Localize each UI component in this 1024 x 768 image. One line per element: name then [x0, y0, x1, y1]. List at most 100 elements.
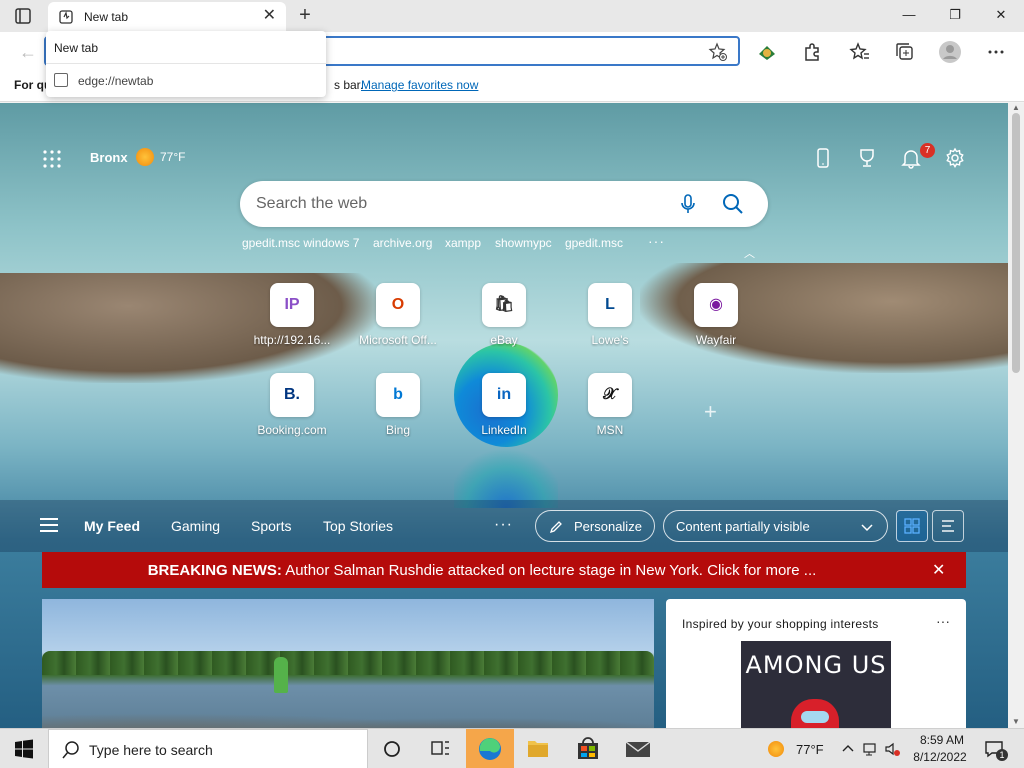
taskbar-search-box[interactable]: Type here to search	[48, 729, 368, 768]
microphone-icon[interactable]	[678, 193, 698, 215]
task-view-button[interactable]	[416, 729, 464, 768]
extensions-puzzle-icon[interactable]	[800, 40, 824, 64]
title-bar: New tab ✕ + — ❐ ✕	[0, 0, 1024, 32]
tile-msn-icon: 𝒳	[588, 373, 632, 417]
window-close-button[interactable]: ✕	[978, 4, 1024, 26]
profile-avatar-icon[interactable]	[938, 40, 962, 64]
collections-icon[interactable]	[893, 40, 917, 64]
notification-bell-icon[interactable]	[900, 147, 922, 169]
feed-tab-top-stories[interactable]: Top Stories	[323, 518, 393, 534]
app-launcher-icon[interactable]	[42, 149, 62, 169]
tile-label: MSN	[596, 423, 624, 437]
top-site-tile[interactable]: B. Booking.com	[252, 373, 332, 453]
tile-label: Microsoft Off...	[359, 333, 437, 347]
quick-link[interactable]: xampp	[445, 236, 481, 250]
dropdown-item-newtab-url[interactable]: edge://newtab	[78, 74, 153, 88]
windows-start-icon[interactable]	[14, 739, 34, 759]
search-icon[interactable]	[722, 193, 744, 215]
new-tab-page: Bronx 77°F 7 Search the web gpedit.msc w…	[0, 103, 1008, 728]
minimize-button[interactable]: —	[886, 4, 932, 26]
page-icon	[54, 73, 68, 87]
tile-lowes-icon: L	[588, 283, 632, 327]
notification-count-badge: 7	[920, 143, 935, 158]
tile-office-icon: O	[376, 283, 420, 327]
shopping-interests-card[interactable]: Inspired by your shopping interests ··· …	[666, 599, 966, 728]
manage-favorites-link[interactable]: Manage favorites now	[361, 78, 478, 92]
taskbar-file-explorer-button[interactable]	[514, 729, 562, 768]
grid-view-button[interactable]	[896, 510, 928, 542]
feed-tab-sports[interactable]: Sports	[251, 518, 291, 534]
quick-links-more-button[interactable]: ···	[648, 233, 665, 249]
hamburger-menu-icon[interactable]	[40, 518, 60, 532]
page-scrollbar[interactable]: ▲ ▼	[1008, 103, 1024, 728]
content-visibility-select[interactable]: Content partially visible	[663, 510, 888, 542]
top-site-tile[interactable]: IP http://192.16...	[252, 283, 332, 363]
top-site-tile[interactable]: 𝒳 MSN	[570, 373, 650, 453]
weather-city[interactable]: Bronx	[90, 150, 128, 165]
shopping-card-more-button[interactable]: ···	[936, 613, 950, 629]
volume-muted-icon[interactable]	[884, 741, 900, 757]
rewards-trophy-icon[interactable]	[856, 147, 878, 169]
quick-link[interactable]: gpedit.msc windows 7	[242, 236, 359, 250]
personalize-button[interactable]: Personalize	[535, 510, 655, 542]
top-site-tile[interactable]: in LinkedIn	[464, 373, 544, 453]
weather-sun-icon[interactable]	[768, 741, 784, 757]
tab-close-button[interactable]: ✕	[263, 8, 276, 24]
top-site-tile[interactable]: 🛍 eBay	[464, 283, 544, 363]
address-autocomplete-dropdown: New tab edge://newtab	[46, 31, 326, 97]
taskbar-clock-time[interactable]: 8:59 AM	[912, 733, 972, 747]
settings-more-icon[interactable]	[984, 40, 1008, 64]
back-button[interactable]: ←	[16, 40, 40, 64]
page-settings-gear-icon[interactable]	[944, 147, 966, 169]
web-search-box[interactable]: Search the web	[240, 181, 768, 227]
breaking-news-label: BREAKING NEWS:	[147, 562, 282, 579]
quick-link[interactable]: showmypc	[495, 236, 552, 250]
list-view-button[interactable]	[932, 510, 964, 542]
top-site-tile[interactable]: L Lowe's	[570, 283, 650, 363]
taskbar-weather-temp[interactable]: 77°F	[796, 742, 824, 757]
feed-navigation: My Feed Gaming Sports Top Stories ··· Pe…	[0, 500, 1008, 552]
product-image[interactable]: AMONG US	[741, 641, 891, 728]
breaking-news-banner[interactable]: BREAKING NEWS: Author Salman Rushdie att…	[42, 552, 966, 588]
tab-title: New tab	[84, 10, 129, 24]
scroll-thumb[interactable]	[1012, 113, 1020, 373]
quick-link[interactable]: gpedit.msc	[565, 236, 623, 250]
cortana-circle-icon	[384, 741, 400, 757]
tab-actions-icon[interactable]	[10, 6, 36, 26]
news-card-lake-photo[interactable]	[42, 599, 654, 728]
dropdown-divider	[46, 63, 326, 64]
weather-temp[interactable]: 77°F	[160, 150, 185, 164]
scroll-up-arrow-icon[interactable]: ▲	[1012, 103, 1020, 112]
network-icon[interactable]	[862, 741, 878, 757]
tile-bing-icon: b	[376, 373, 420, 417]
maximize-button[interactable]: ❐	[932, 4, 978, 26]
scroll-down-arrow-icon[interactable]: ▼	[1012, 717, 1020, 726]
favorites-icon[interactable]	[848, 40, 872, 64]
top-site-tile[interactable]: ◉ Wayfair	[676, 283, 756, 363]
feed-more-button[interactable]: ···	[494, 516, 513, 534]
add-favorite-icon[interactable]	[708, 42, 728, 62]
dropdown-item-new-tab[interactable]: New tab	[54, 41, 98, 55]
taskbar-mail-button[interactable]	[614, 729, 662, 768]
taskbar-clock-date[interactable]: 8/12/2022	[908, 750, 972, 764]
edge-icon	[479, 738, 501, 760]
chevron-up-icon[interactable]	[840, 741, 856, 757]
task-view-button[interactable]	[368, 729, 416, 768]
list-view-icon	[942, 520, 954, 532]
top-site-tile[interactable]: O Microsoft Off...	[358, 283, 438, 363]
taskbar-store-button[interactable]	[564, 729, 612, 768]
new-tab-button[interactable]: +	[294, 5, 316, 27]
feed-tab-gaming[interactable]: Gaming	[171, 518, 220, 534]
collapse-caret-icon[interactable]: ︿	[744, 245, 755, 261]
folder-icon	[528, 741, 548, 757]
top-site-tile[interactable]: b Bing	[358, 373, 438, 453]
tab-new-tab[interactable]: New tab ✕	[48, 2, 286, 32]
phone-icon[interactable]	[812, 147, 834, 169]
taskbar-edge-button[interactable]	[466, 729, 514, 768]
breaking-news-close-button[interactable]: ✕	[932, 560, 945, 580]
breaking-news-headline: Author Salman Rushdie attacked on lectur…	[281, 562, 817, 579]
feed-tab-my-feed[interactable]: My Feed	[84, 518, 140, 534]
add-site-button[interactable]: +	[704, 399, 717, 425]
extension-icon[interactable]	[755, 40, 779, 64]
quick-link[interactable]: archive.org	[373, 236, 432, 250]
